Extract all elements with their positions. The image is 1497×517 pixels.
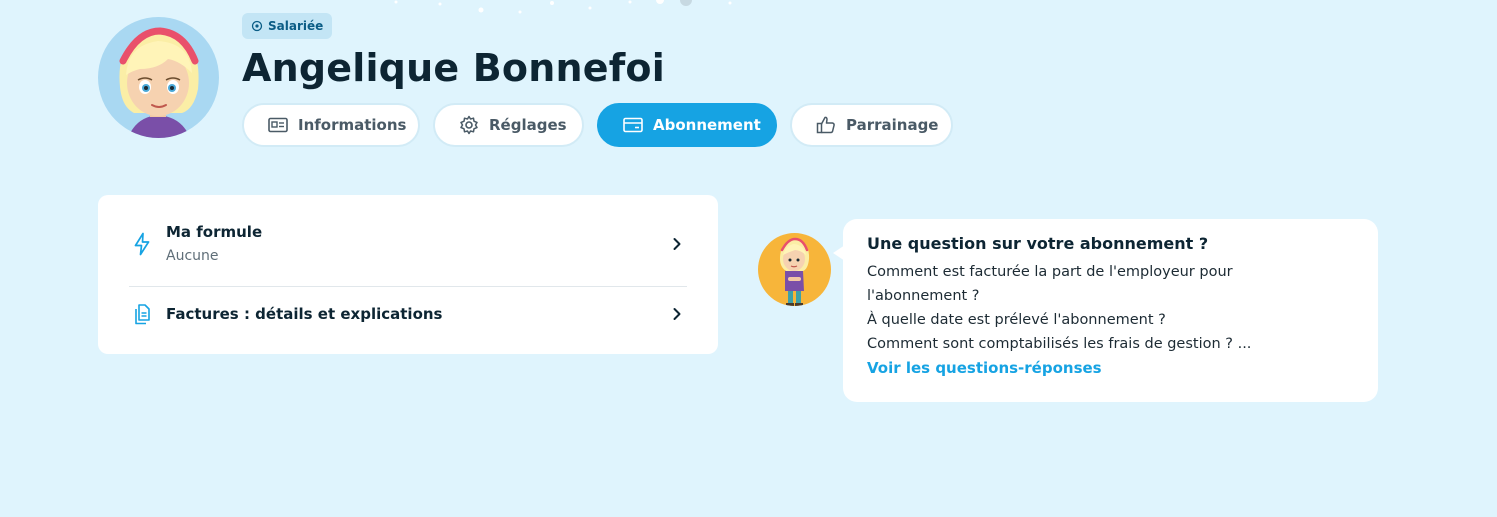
tab-reglages-label: Réglages bbox=[489, 116, 567, 134]
invoices-row[interactable]: Factures : détails et explications bbox=[129, 303, 687, 325]
faq-bubble: Une question sur votre abonnement ? Comm… bbox=[833, 219, 1378, 402]
page-title: Angelique Bonnefoi bbox=[242, 46, 665, 90]
tab-reglages[interactable]: Réglages bbox=[433, 103, 584, 147]
avatar-illustration bbox=[119, 27, 199, 138]
status-badge-label: Salariée bbox=[268, 19, 324, 33]
faq-question: À quelle date est prélevé l'abonnement ? bbox=[867, 312, 1166, 328]
chevron-right-icon bbox=[673, 237, 681, 250]
eye-target-icon bbox=[251, 20, 263, 32]
gear-icon bbox=[460, 115, 478, 135]
subscription-card: Ma formule Aucune Factures : détails et … bbox=[98, 195, 718, 354]
faq-title: Une question sur votre abonnement ? bbox=[867, 234, 1209, 253]
formula-title: Ma formule bbox=[166, 223, 263, 241]
tab-parrainage-label: Parrainage bbox=[846, 116, 939, 134]
helper-illustration bbox=[780, 237, 810, 306]
snow-decoration bbox=[394, 0, 732, 14]
chevron-right-icon bbox=[673, 308, 681, 320]
helper-avatar bbox=[758, 233, 831, 306]
status-badge: Salariée bbox=[242, 13, 333, 39]
tab-informations[interactable]: Informations bbox=[242, 103, 420, 147]
thumbs-up-icon bbox=[816, 116, 835, 134]
invoices-title: Factures : détails et explications bbox=[166, 305, 443, 323]
tab-abonnement-label: Abonnement bbox=[653, 116, 761, 134]
formula-row[interactable]: Ma formule Aucune bbox=[129, 223, 687, 264]
lightning-icon bbox=[134, 232, 150, 255]
profile-tabs: Informations Réglages Abonnement Parrain… bbox=[242, 103, 953, 147]
credit-card-icon bbox=[623, 117, 643, 133]
tab-abonnement[interactable]: Abonnement bbox=[597, 103, 777, 147]
tab-informations-label: Informations bbox=[298, 116, 407, 134]
faq-link[interactable]: Voir les questions-réponses bbox=[867, 356, 1354, 380]
avatar bbox=[98, 17, 219, 138]
faq-question: Comment sont comptabilisés les frais de … bbox=[867, 336, 1252, 352]
faq-question: l'abonnement ? bbox=[867, 288, 980, 304]
tab-parrainage[interactable]: Parrainage bbox=[790, 103, 953, 147]
documents-icon bbox=[135, 304, 150, 325]
id-card-icon bbox=[268, 117, 288, 133]
formula-value: Aucune bbox=[166, 248, 219, 264]
divider bbox=[129, 286, 687, 287]
faq-question: Comment est facturée la part de l'employ… bbox=[867, 264, 1233, 280]
